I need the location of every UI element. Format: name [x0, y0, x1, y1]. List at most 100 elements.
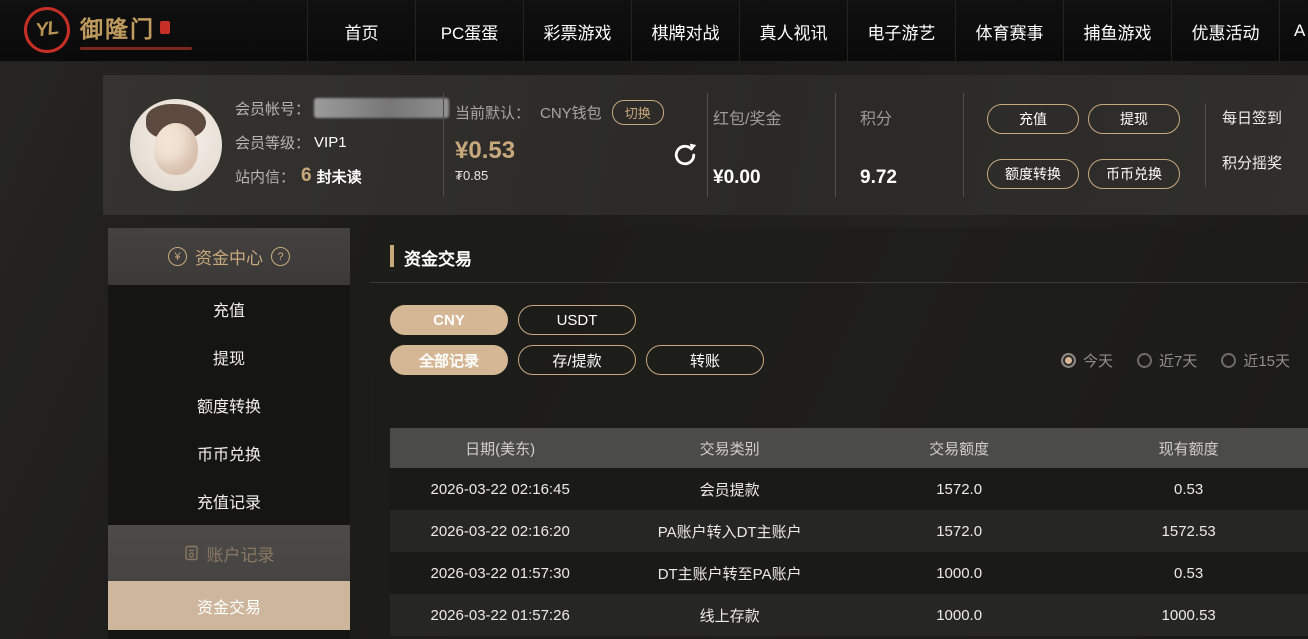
- wallet-section: 当前默认： CNY钱包 切换 ¥0.53 ₮0.85: [455, 100, 664, 183]
- col-date: 日期(美东): [390, 428, 611, 468]
- wallet-balance: ¥0.53: [455, 137, 516, 164]
- col-amount: 交易额度: [848, 428, 1070, 468]
- account-records-title: 账户记录: [206, 545, 275, 565]
- sidebar-item-deposit[interactable]: 充值: [108, 285, 350, 333]
- sidebar-item-withdraw[interactable]: 提现: [108, 333, 350, 381]
- sidebar-item-deposit-records[interactable]: 充值记录: [108, 477, 350, 525]
- points-value: 9.72: [860, 167, 897, 188]
- bonus-label: 红包/奖金: [713, 111, 782, 128]
- currency-tabs: CNY USDT: [390, 305, 636, 335]
- quota-transfer-button[interactable]: 额度转换: [987, 159, 1079, 189]
- wallet-actions: 充值 提现 额度转换 币币兑换: [987, 104, 1180, 189]
- cell-date: 2026-03-22 02:16:20: [430, 522, 570, 540]
- deposit-button[interactable]: 充值: [987, 104, 1079, 134]
- cell-date: 2026-03-22 02:16:45: [430, 480, 570, 498]
- bonus-section: 红包/奖金 ¥0.00: [713, 105, 781, 189]
- cell-type: DT主账户转至PA账户: [657, 565, 802, 583]
- cell-balance: 0.53: [1174, 480, 1204, 498]
- main-content: 资金交易 CNY USDT 全部记录 存/提款 转账 今天 近7天 近15天 日…: [370, 228, 1308, 639]
- col-type: 交易类别: [610, 428, 849, 468]
- tab-all-records[interactable]: 全部记录: [390, 345, 508, 375]
- sidebar-section-account-records: 账户记录: [108, 525, 350, 581]
- nav-item-board-games[interactable]: 棋牌对战: [631, 0, 739, 62]
- page: YL 御隆门 首页 PC蛋蛋 彩票游戏 棋牌对战 真人视讯 电子游艺 体育赛事 …: [0, 0, 1308, 639]
- table-row: 2026-03-22 01:57:26 线上存款 1000.0 1000.53: [390, 594, 1308, 636]
- radio-last-7-days[interactable]: 近7天: [1136, 350, 1197, 371]
- quick-links: 每日签到 积分摇奖: [1222, 107, 1282, 173]
- cell-balance: 1000.53: [1161, 606, 1216, 624]
- cell-amount: 1000.0: [936, 564, 983, 582]
- sidebar-item-fund-transactions[interactable]: 资金交易: [108, 581, 350, 630]
- user-summary-panel: 会员帐号： 会员等级： VIP1 站内信： 6 封未读 当前默认： CNY钱包 …: [103, 75, 1308, 215]
- record-filter-tabs: 全部记录 存/提款 转账: [390, 345, 764, 375]
- inbox-unread-suffix: 封未读: [316, 168, 362, 186]
- account-row: 会员帐号：: [235, 97, 450, 119]
- wallet-switch-button[interactable]: 切换: [611, 100, 664, 125]
- daily-checkin-link[interactable]: 每日签到: [1222, 107, 1282, 128]
- date-range-filters: 今天 近7天 近15天: [1060, 350, 1290, 371]
- wallet-name: CNY钱包: [540, 105, 602, 122]
- inbox-unread-count: 6: [301, 165, 312, 186]
- title-accent-bar: [390, 245, 394, 267]
- sidebar-item-coin-exchange[interactable]: 币币兑换: [108, 429, 350, 477]
- nav-item-home[interactable]: 首页: [307, 0, 415, 62]
- coin-exchange-button[interactable]: 币币兑换: [1088, 159, 1180, 189]
- cell-type: PA账户转入DT主账户: [657, 523, 802, 541]
- page-title: 资金交易: [404, 250, 472, 269]
- table-row: 2026-03-22 02:16:45 会员提款 1572.0 0.53: [390, 468, 1308, 510]
- brand-logo[interactable]: YL 御隆门: [21, 4, 192, 56]
- table-row: 2026-03-22 02:16:20 PA账户转入DT主账户 1572.0 1…: [390, 510, 1308, 552]
- cell-balance: 0.53: [1174, 564, 1204, 582]
- yen-coin-icon: ¥: [168, 247, 187, 266]
- points-lottery-link[interactable]: 积分摇奖: [1222, 152, 1282, 173]
- level-row: 会员等级： VIP1: [235, 131, 449, 153]
- cell-date: 2026-03-22 01:57:30: [430, 564, 570, 582]
- withdraw-button[interactable]: 提现: [1088, 104, 1180, 134]
- points-label: 积分: [860, 111, 893, 128]
- sidebar: ¥ 资金中心 ? 充值 提现 额度转换 币币兑换 充值记录 账户记录 资金交易: [108, 228, 350, 639]
- nav-item-slots[interactable]: 电子游艺: [847, 0, 955, 62]
- nav-item-sports[interactable]: 体育赛事: [955, 0, 1063, 62]
- cell-amount: 1572.0: [936, 522, 983, 540]
- main-menu: 首页 PC蛋蛋 彩票游戏 棋牌对战 真人视讯 电子游艺 体育赛事 捕鱼游戏 优惠…: [307, 0, 1308, 62]
- col-balance: 现有额度: [1069, 428, 1308, 468]
- question-circle-icon[interactable]: ?: [271, 247, 290, 266]
- refresh-icon[interactable]: [671, 141, 699, 169]
- radio-last-15-days[interactable]: 近15天: [1221, 350, 1290, 371]
- inbox-row[interactable]: 站内信： 6 封未读: [235, 165, 449, 187]
- radio-today[interactable]: 今天: [1060, 350, 1113, 371]
- inbox-label: 站内信：: [235, 168, 296, 186]
- radio-icon: [1221, 353, 1237, 368]
- brand-seal-icon: [160, 20, 170, 34]
- cell-amount: 1572.0: [936, 480, 983, 498]
- transactions-table: 日期(美东) 交易类别 交易额度 现有额度 2026-03-22 02:16:4…: [390, 428, 1308, 636]
- wallet-sub-balance: ₮0.85: [455, 168, 489, 183]
- divider: [1205, 103, 1206, 187]
- avatar[interactable]: [130, 99, 222, 191]
- divider: [707, 93, 708, 197]
- tab-cny[interactable]: CNY: [390, 305, 508, 335]
- sidebar-section-funds-center: ¥ 资金中心 ?: [108, 228, 350, 285]
- account-label: 会员帐号：: [235, 100, 311, 118]
- cell-balance: 1572.53: [1161, 522, 1216, 540]
- bonus-value: ¥0.00: [713, 167, 761, 188]
- cell-type: 线上存款: [699, 607, 760, 625]
- radio-icon: [1136, 353, 1152, 368]
- cell-type: 会员提款: [699, 481, 760, 499]
- nav-item-live-casino[interactable]: 真人视讯: [739, 0, 847, 62]
- cell-amount: 1000.0: [936, 606, 983, 624]
- nav-item-promotions[interactable]: 优惠活动: [1171, 0, 1279, 62]
- table-row: 2026-03-22 01:57:30 DT主账户转至PA账户 1000.0 0…: [390, 552, 1308, 594]
- nav-item-pc-egg[interactable]: PC蛋蛋: [415, 0, 523, 62]
- sidebar-item-quota-transfer[interactable]: 额度转换: [108, 381, 350, 429]
- points-section: 积分 9.72: [860, 105, 897, 189]
- main-title-bar: 资金交易: [370, 228, 1308, 283]
- nav-item-fishing[interactable]: 捕鱼游戏: [1063, 0, 1171, 62]
- nav-item-lottery[interactable]: 彩票游戏: [523, 0, 631, 62]
- tab-transfer[interactable]: 转账: [646, 345, 764, 375]
- table-header-row: 日期(美东) 交易类别 交易额度 现有额度: [390, 428, 1308, 468]
- tab-usdt[interactable]: USDT: [518, 305, 636, 335]
- tab-deposit-withdraw[interactable]: 存/提款: [518, 345, 636, 375]
- wallet-default-label: 当前默认：: [455, 105, 531, 122]
- nav-item-clipped[interactable]: A: [1279, 0, 1308, 62]
